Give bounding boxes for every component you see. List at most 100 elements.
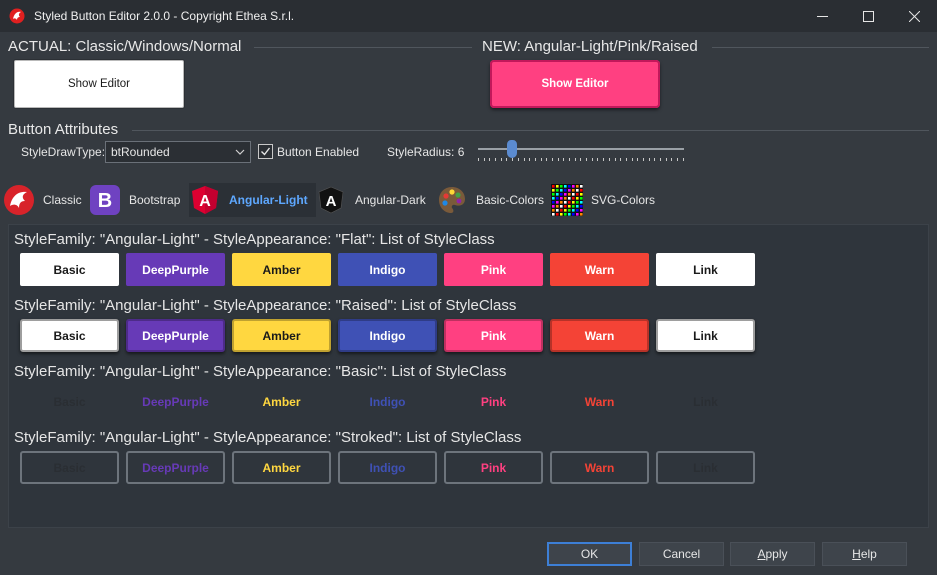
basic-deeppurple-button[interactable]: DeepPurple xyxy=(126,385,225,418)
svg-text:A: A xyxy=(326,193,337,210)
actual-show-editor-button[interactable]: Show Editor xyxy=(14,60,184,108)
chevron-down-icon xyxy=(235,149,245,155)
help-button[interactable]: Help xyxy=(822,542,907,566)
stroked-basic-button[interactable]: Basic xyxy=(20,451,119,484)
stroked-amber-button[interactable]: Amber xyxy=(232,451,331,484)
slider-tick xyxy=(506,158,508,161)
ok-button[interactable]: OK xyxy=(547,542,632,566)
angular-light-icon: A xyxy=(189,184,221,216)
tab-label: SVG-Colors xyxy=(591,193,656,207)
close-button[interactable] xyxy=(891,0,937,32)
stroked-deeppurple-button[interactable]: DeepPurple xyxy=(126,451,225,484)
apply-accelerator: A xyxy=(757,547,766,561)
minimize-button[interactable] xyxy=(799,0,845,32)
raised-link-button[interactable]: Link xyxy=(656,319,755,352)
flat-pink-button[interactable]: Pink xyxy=(444,253,543,286)
slider-tick xyxy=(682,158,684,161)
tab-svg-colors[interactable]: SVG-Colors xyxy=(551,183,663,217)
stroked-link-button[interactable]: Link xyxy=(656,451,755,484)
flat-link-button[interactable]: Link xyxy=(656,253,755,286)
palette-icon xyxy=(436,184,468,216)
slider-tick xyxy=(500,158,502,161)
basic-pink-button[interactable]: Pink xyxy=(444,385,543,418)
new-divider xyxy=(712,47,929,48)
flat-amber-button[interactable]: Amber xyxy=(232,253,331,286)
button-enabled-checkbox[interactable] xyxy=(258,144,273,159)
tab-angular-light[interactable]: A Angular-Light xyxy=(189,183,316,217)
slider-tick xyxy=(654,158,656,161)
raised-amber-button[interactable]: Amber xyxy=(232,319,331,352)
slider-tick xyxy=(665,158,667,161)
new-style-label: NEW: Angular-Light/Pink/Raised xyxy=(482,38,698,55)
slider-tick xyxy=(603,158,605,161)
tab-angular-dark[interactable]: A Angular-Dark xyxy=(315,183,434,217)
editor-window: Styled Button Editor 2.0.0 - Copyright E… xyxy=(0,0,937,575)
basic-link-button[interactable]: Link xyxy=(656,385,755,418)
tab-label: Classic xyxy=(43,193,82,207)
basic-basic-button[interactable]: Basic xyxy=(20,385,119,418)
slider-tick xyxy=(642,158,644,161)
flat-basic-button[interactable]: Basic xyxy=(20,253,119,286)
raised-pink-button[interactable]: Pink xyxy=(444,319,543,352)
basic-indigo-button[interactable]: Indigo xyxy=(338,385,437,418)
stroked-pink-button[interactable]: Pink xyxy=(444,451,543,484)
slider-tick xyxy=(563,158,565,161)
slider-tick xyxy=(546,158,548,161)
slider-tick xyxy=(660,158,661,161)
slider-tick xyxy=(489,158,491,161)
actual-style-label: ACTUAL: Classic/Windows/Normal xyxy=(8,38,242,55)
slider-tick xyxy=(620,158,622,161)
style-draw-type-label: StyleDrawType: xyxy=(21,145,106,159)
angular-dark-icon: A xyxy=(315,184,347,216)
svg-text:A: A xyxy=(199,193,211,210)
raised-indigo-button[interactable]: Indigo xyxy=(338,319,437,352)
close-icon xyxy=(908,10,920,22)
row-caption-stroked: StyleFamily: "Angular-Light" - StyleAppe… xyxy=(14,429,522,446)
tab-label: Basic-Colors xyxy=(476,193,545,207)
style-radius-label: StyleRadius: 6 xyxy=(387,145,465,159)
color-grid-icon xyxy=(551,184,583,216)
cancel-button[interactable]: Cancel xyxy=(639,542,724,566)
window-title: Styled Button Editor 2.0.0 - Copyright E… xyxy=(34,9,295,23)
slider-tick xyxy=(523,158,525,161)
new-show-editor-button[interactable]: Show Editor xyxy=(490,60,660,108)
style-draw-type-select[interactable]: btRounded xyxy=(105,141,251,163)
slider-tick xyxy=(631,158,633,161)
stroked-indigo-button[interactable]: Indigo xyxy=(338,451,437,484)
raised-warn-button[interactable]: Warn xyxy=(550,319,649,352)
raised-basic-button[interactable]: Basic xyxy=(20,319,119,352)
title-bar: Styled Button Editor 2.0.0 - Copyright E… xyxy=(0,0,937,32)
stroked-warn-button[interactable]: Warn xyxy=(550,451,649,484)
slider-tick xyxy=(551,158,553,161)
slider-tick xyxy=(529,158,531,161)
tab-classic[interactable]: Classic xyxy=(3,183,90,217)
apply-label: pply xyxy=(765,547,788,561)
apply-button[interactable]: Apply xyxy=(730,542,815,566)
button-enabled-label: Button Enabled xyxy=(277,145,360,159)
flat-deeppurple-button[interactable]: DeepPurple xyxy=(126,253,225,286)
row-caption-flat: StyleFamily: "Angular-Light" - StyleAppe… xyxy=(14,231,495,248)
slider-tick xyxy=(608,158,610,161)
slider-tick xyxy=(557,158,559,161)
slider-tick xyxy=(483,158,485,161)
tab-bootstrap[interactable]: B Bootstrap xyxy=(89,183,188,217)
flat-indigo-button[interactable]: Indigo xyxy=(338,253,437,286)
app-logo-icon xyxy=(9,8,25,24)
slider-tick xyxy=(597,158,599,161)
slider-ticks xyxy=(478,158,684,162)
basic-warn-button[interactable]: Warn xyxy=(550,385,649,418)
flat-warn-button[interactable]: Warn xyxy=(550,253,649,286)
slider-tick xyxy=(540,158,542,161)
raised-deeppurple-button[interactable]: DeepPurple xyxy=(126,319,225,352)
basic-amber-button[interactable]: Amber xyxy=(232,385,331,418)
classic-icon xyxy=(3,184,35,216)
tab-basic-colors[interactable]: Basic-Colors xyxy=(436,183,552,217)
slider-tick xyxy=(671,158,673,161)
slider-thumb[interactable] xyxy=(507,140,518,158)
bootstrap-icon: B xyxy=(89,184,121,216)
slider-tick xyxy=(677,158,679,161)
style-radius-slider[interactable] xyxy=(476,140,686,166)
style-draw-type-value: btRounded xyxy=(111,145,170,159)
tab-label: Bootstrap xyxy=(129,193,181,207)
maximize-button[interactable] xyxy=(845,0,891,32)
